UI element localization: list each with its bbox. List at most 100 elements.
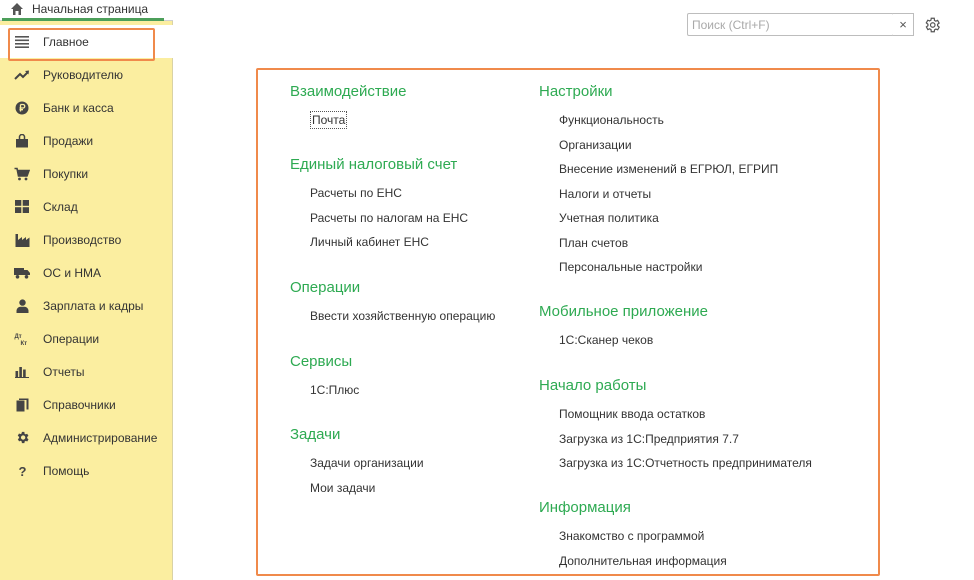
sidebar-item-label: Производство — [43, 232, 122, 247]
section-title: Взаимодействие — [290, 83, 407, 100]
search-input[interactable] — [688, 14, 894, 35]
sidebar-item-label: Склад — [43, 199, 78, 214]
search-clear-button[interactable]: × — [893, 13, 914, 36]
sidebar-item-label: Руководителю — [43, 67, 124, 82]
sidebar-item-label: Зарплата и кадры — [43, 298, 144, 313]
section-information: Информация Знакомство с программой Допол… — [539, 498, 727, 573]
link-mail-label: Почта — [310, 111, 348, 129]
section-links: Расчеты по ЕНС Расчеты по налогам на ЕНС… — [290, 181, 468, 255]
section-links: Ввести хозяйственную операцию — [290, 304, 495, 329]
debit-credit-icon-top: Дт — [15, 334, 22, 340]
sidebar-item-help[interactable]: ? Помощь — [0, 454, 173, 487]
link-balance-wizard[interactable]: Помощник ввода остатков — [559, 402, 812, 427]
sidebar-item-label: ОС и НМА — [43, 265, 102, 280]
link-ens-cabinet[interactable]: Личный кабинет ЕНС — [310, 230, 468, 255]
help-icon: ? — [14, 463, 30, 479]
link-chart-of-accounts[interactable]: План счетов — [559, 231, 778, 256]
link-intro[interactable]: Знакомство с программой — [559, 524, 727, 549]
search-box[interactable] — [687, 13, 894, 36]
books-icon — [14, 397, 30, 413]
sidebar-item-label: Администрирование — [43, 430, 158, 445]
section-tasks: Задачи Задачи организации Мои задачи — [290, 425, 424, 500]
section-settings: Настройки Функциональность Организации В… — [539, 82, 778, 280]
sidebar-item-label: Операции — [43, 331, 100, 346]
home-tab-label: Начальная страница — [32, 2, 149, 16]
section-services: Сервисы 1С:Плюс — [290, 352, 359, 403]
sidebar-item-production[interactable]: Производство — [0, 223, 173, 256]
section-links: 1С:Сканер чеков — [539, 328, 708, 353]
section-title: Задачи — [290, 426, 341, 443]
bar-chart-icon — [14, 364, 30, 380]
sidebar-item-reports[interactable]: Отчеты — [0, 355, 173, 388]
section-mobile-app: Мобильное приложение 1С:Сканер чеков — [539, 302, 708, 353]
sidebar-item-references[interactable]: Справочники — [0, 388, 173, 421]
section-title: Сервисы — [290, 353, 353, 370]
link-enter-operation[interactable]: Ввести хозяйственную операцию — [310, 304, 495, 329]
link-functionality[interactable]: Функциональность — [559, 108, 778, 133]
section-title: Начало работы — [539, 377, 647, 394]
sidebar: Начальная страница Главное Руководителю … — [0, 0, 173, 580]
section-links: 1С:Плюс — [290, 378, 359, 403]
link-my-tasks[interactable]: Мои задачи — [310, 476, 424, 501]
sidebar-item-label: Главное — [43, 34, 89, 49]
settings-button[interactable] — [921, 14, 943, 36]
link-receipt-scanner[interactable]: 1С:Сканер чеков — [559, 328, 708, 353]
sidebar-item-operations[interactable]: Дт Кт Операции — [0, 322, 173, 355]
warehouse-icon — [14, 199, 30, 215]
link-ens-tax-settlements[interactable]: Расчеты по налогам на ЕНС — [310, 206, 468, 231]
link-egrul-changes[interactable]: Внесение изменений в ЕГРЮЛ, ЕГРИП — [559, 157, 778, 182]
section-title: Информация — [539, 499, 631, 516]
section-title: Единый налоговый счет — [290, 156, 458, 173]
section-title: Операции — [290, 279, 361, 296]
sidebar-item-label: Продажи — [43, 133, 94, 148]
close-icon: × — [899, 17, 907, 32]
sidebar-item-sales[interactable]: Продажи — [0, 124, 173, 157]
sidebar-item-label: Помощь — [43, 463, 90, 478]
debit-credit-icon: Дт Кт — [14, 331, 30, 347]
trend-icon — [14, 67, 30, 83]
section-links: Знакомство с программой Дополнительная и… — [539, 524, 727, 573]
sidebar-item-bank[interactable]: Банк и касса — [0, 91, 173, 124]
link-taxes-reports[interactable]: Налоги и отчеты — [559, 182, 778, 207]
link-import-77[interactable]: Загрузка из 1С:Предприятия 7.7 — [559, 427, 812, 452]
sidebar-item-main[interactable]: Главное — [0, 25, 173, 61]
sidebar-item-label: Отчеты — [43, 364, 85, 379]
section-links: Функциональность Организации Внесение из… — [539, 108, 778, 280]
link-org-tasks[interactable]: Задачи организации — [310, 451, 424, 476]
gear-icon — [14, 430, 30, 446]
debit-credit-icon-bottom: Кт — [21, 341, 28, 346]
link-mail[interactable]: Почта — [310, 108, 406, 133]
section-links: Задачи организации Мои задачи — [290, 451, 424, 500]
home-icon — [11, 3, 23, 15]
sidebar-item-purchases[interactable]: Покупки — [0, 157, 173, 190]
section-title: Настройки — [539, 83, 613, 100]
ruble-icon — [14, 100, 30, 116]
sidebar-item-assets[interactable]: ОС и НМА — [0, 256, 173, 289]
sidebar-item-salary[interactable]: Зарплата и кадры — [0, 289, 173, 322]
help-icon-glyph: ? — [19, 464, 27, 478]
sidebar-item-manager[interactable]: Руководителю — [0, 58, 173, 91]
section-interaction: Взаимодействие Почта — [290, 82, 406, 133]
home-tab[interactable]: Начальная страница — [0, 0, 173, 21]
menu-icon — [14, 34, 30, 50]
person-icon — [14, 298, 30, 314]
section-title: Мобильное приложение — [539, 303, 708, 320]
section-single-tax-account: Единый налоговый счет Расчеты по ЕНС Рас… — [290, 155, 468, 255]
sidebar-item-label: Покупки — [43, 166, 89, 181]
link-accounting-policy[interactable]: Учетная политика — [559, 206, 778, 231]
sidebar-item-administration[interactable]: Администрирование — [0, 421, 173, 454]
link-additional-info[interactable]: Дополнительная информация — [559, 549, 727, 574]
link-organizations[interactable]: Организации — [559, 133, 778, 158]
bag-icon — [14, 133, 30, 149]
link-import-reporting[interactable]: Загрузка из 1С:Отчетность предпринимател… — [559, 451, 812, 476]
sidebar-item-warehouse[interactable]: Склад — [0, 190, 173, 223]
section-links: Почта — [290, 108, 406, 133]
home-tab-inner[interactable]: Начальная страница — [2, 0, 164, 21]
link-1c-plus[interactable]: 1С:Плюс — [310, 378, 359, 403]
link-ens-settlements[interactable]: Расчеты по ЕНС — [310, 181, 468, 206]
sidebar-item-label: Банк и касса — [43, 100, 114, 115]
sidebar-item-label: Справочники — [43, 397, 116, 412]
factory-icon — [14, 232, 30, 248]
gear-icon — [925, 17, 940, 33]
link-personal-settings[interactable]: Персональные настройки — [559, 255, 778, 280]
